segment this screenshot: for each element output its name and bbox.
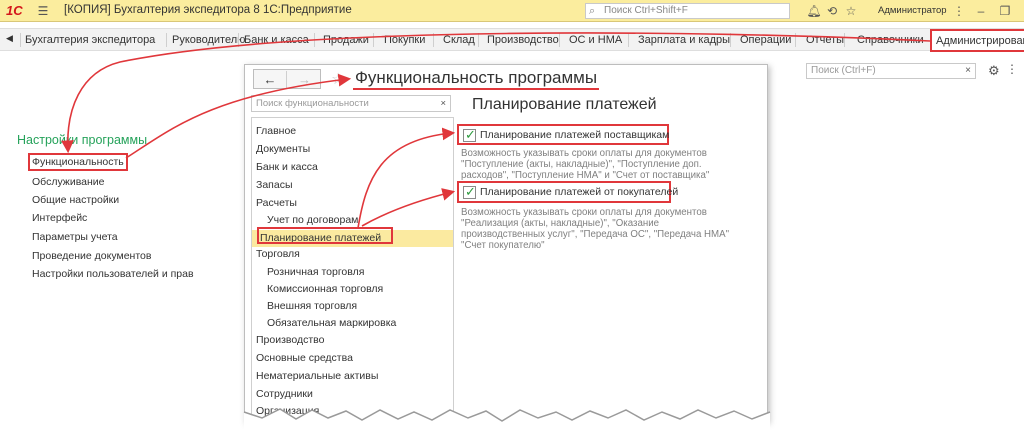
torn-edge	[243, 408, 771, 445]
